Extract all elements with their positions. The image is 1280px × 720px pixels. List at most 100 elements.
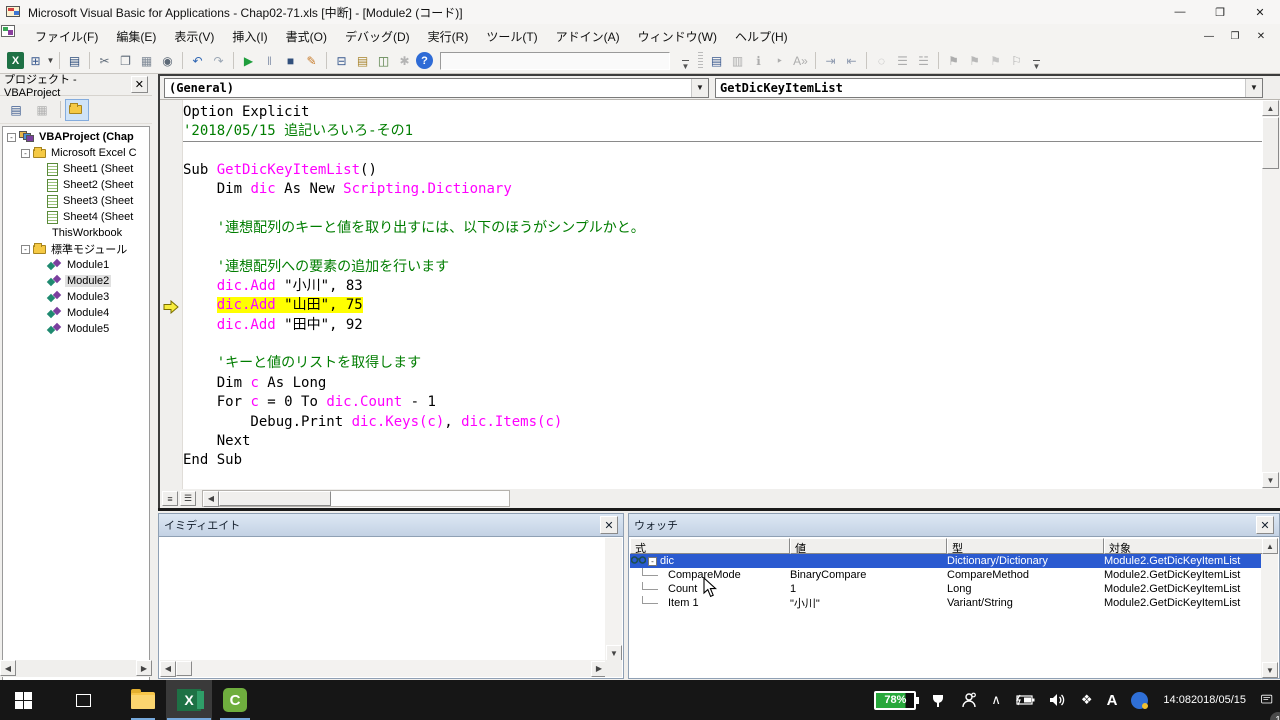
start-button[interactable]: [0, 680, 46, 720]
redo-icon[interactable]: ↷: [209, 51, 228, 70]
close-icon[interactable]: ✕: [1240, 0, 1280, 24]
procedure-combo-dropdown-icon[interactable]: ▼: [1245, 79, 1262, 97]
code-line[interactable]: Debug.Print dic.Keys(c), dic.Items(c): [183, 413, 1262, 432]
tree-item-module4[interactable]: Module4: [3, 305, 149, 321]
code-editor[interactable]: Option Explicit'2018/05/15 追記いろいろ-その1Sub…: [160, 100, 1262, 489]
action-center-button[interactable]: 1: [1254, 680, 1280, 720]
cut-icon[interactable]: ✂: [95, 51, 114, 70]
expand-collapse-icon[interactable]: -: [648, 557, 657, 566]
people-icon[interactable]: [953, 680, 984, 720]
code-line[interactable]: [183, 200, 1262, 219]
watch-row[interactable]: Item 1"小川"Variant/StringModule2.GetDicKe…: [630, 596, 1263, 610]
clear-bookmarks-icon[interactable]: ⚐: [1007, 51, 1026, 70]
code-line[interactable]: Next: [183, 432, 1262, 451]
insert-userform-icon[interactable]: ⊞: [26, 51, 45, 70]
code-horizontal-scrollbar[interactable]: ◀: [202, 490, 510, 507]
menu-item[interactable]: 書式(O): [277, 25, 336, 48]
toolbar-overflow-icon[interactable]: ▼: [679, 51, 692, 71]
watch-column-header[interactable]: 値: [790, 538, 947, 554]
battery-indicator[interactable]: 78%: [867, 680, 923, 720]
tree-item-sheet1-sheet[interactable]: Sheet1 (Sheet: [3, 161, 149, 177]
tree-item-sheet2-sheet[interactable]: Sheet2 (Sheet: [3, 177, 149, 193]
object-browser-icon[interactable]: ◫: [374, 51, 393, 70]
edit-toolbar-grip[interactable]: [698, 52, 703, 70]
insert-dropdown-caret-icon[interactable]: ▼: [46, 56, 55, 65]
immediate-vertical-scrollbar[interactable]: ▼: [605, 538, 622, 661]
reset-icon[interactable]: ■: [281, 51, 300, 70]
menu-item[interactable]: ファイル(F): [26, 25, 107, 48]
tree-item-module3[interactable]: Module3: [3, 289, 149, 305]
code-line[interactable]: Dim dic As New Scripting.Dictionary: [183, 180, 1262, 199]
full-module-view-icon[interactable]: ☰: [180, 491, 196, 506]
child-restore-icon[interactable]: ❐: [1222, 27, 1248, 45]
expand-collapse-icon[interactable]: -: [7, 133, 16, 142]
undo-icon[interactable]: ↶: [188, 51, 207, 70]
code-line[interactable]: [183, 238, 1262, 257]
paste-icon[interactable]: ▦: [137, 51, 156, 70]
procedure-combo[interactable]: GetDicKeyItemList ▼: [715, 78, 1263, 98]
scroll-up-icon[interactable]: ▲: [1262, 100, 1279, 116]
outdent-icon[interactable]: ⇤: [842, 51, 861, 70]
object-combo-dropdown-icon[interactable]: ▼: [691, 79, 708, 97]
expand-collapse-icon[interactable]: -: [21, 149, 30, 158]
project-explorer-close-icon[interactable]: ✕: [131, 76, 148, 93]
file-explorer-button[interactable]: [120, 680, 166, 720]
properties-window-icon[interactable]: ▤: [353, 51, 372, 70]
ime-mode-indicator[interactable]: A: [1100, 680, 1125, 720]
clock[interactable]: 14:08 2018/05/15: [1155, 680, 1254, 720]
view-object-icon[interactable]: ▦: [30, 99, 54, 121]
tree-item-sheet4-sheet[interactable]: Sheet4 (Sheet: [3, 209, 149, 225]
app-globe-icon[interactable]: [1124, 680, 1155, 720]
menu-item[interactable]: ツール(T): [477, 25, 546, 48]
child-close-icon[interactable]: ✕: [1248, 27, 1274, 45]
watch-vertical-scrollbar[interactable]: ▲ ▼: [1261, 554, 1278, 678]
watch-row[interactable]: -dicDictionary/DictionaryModule2.GetDicK…: [630, 554, 1263, 568]
restore-icon[interactable]: ❐: [1200, 0, 1240, 24]
copy-icon[interactable]: ❐: [116, 51, 135, 70]
complete-word-icon[interactable]: A»: [791, 51, 810, 70]
find-icon[interactable]: ◉: [158, 51, 177, 70]
menu-item[interactable]: ヘルプ(H): [726, 25, 797, 48]
watch-close-icon[interactable]: ✕: [1256, 516, 1274, 534]
tree-item-microsoft-excel-c[interactable]: -Microsoft Excel C: [3, 145, 149, 161]
immediate-content[interactable]: ▼ ◀ ▶: [158, 537, 624, 679]
scroll-left-icon[interactable]: ◀: [160, 661, 176, 677]
view-code-icon[interactable]: ▤: [4, 99, 28, 121]
watch-column-header[interactable]: 型: [947, 538, 1104, 554]
watch-column-header[interactable]: 式: [630, 538, 790, 554]
quick-info-icon[interactable]: ℹ: [749, 51, 768, 70]
code-line[interactable]: 'キーと値のリストを取得します: [183, 354, 1262, 373]
menu-item[interactable]: 実行(R): [419, 25, 478, 48]
code-line[interactable]: [183, 335, 1262, 354]
camtasia-taskbar-button[interactable]: C: [212, 680, 258, 720]
view-excel-icon[interactable]: X: [7, 52, 24, 69]
menu-item[interactable]: ウィンドウ(W): [629, 25, 726, 48]
task-view-button[interactable]: [60, 680, 106, 720]
comment-block-icon[interactable]: ☰: [893, 51, 912, 70]
code-line[interactable]: dic.Add "小川", 83: [183, 277, 1262, 296]
parameter-info-icon[interactable]: ‣: [770, 51, 789, 70]
code-line[interactable]: dic.Add "田中", 92: [183, 316, 1262, 335]
battery-status-icon[interactable]: [1008, 680, 1042, 720]
indent-icon[interactable]: ⇥: [821, 51, 840, 70]
toolbox-icon[interactable]: ✱: [395, 51, 414, 70]
code-line[interactable]: End Sub: [183, 451, 1262, 470]
volume-icon[interactable]: [1042, 680, 1074, 720]
menu-item[interactable]: 編集(E): [107, 25, 165, 48]
menu-item[interactable]: 表示(V): [165, 25, 223, 48]
tree-item-sheet3-sheet[interactable]: Sheet3 (Sheet: [3, 193, 149, 209]
run-icon[interactable]: ▶: [239, 51, 258, 70]
scroll-down-icon[interactable]: ▼: [606, 645, 622, 661]
tray-expand-chevron-icon[interactable]: ∧: [984, 680, 1008, 720]
tree-item-module1[interactable]: Module1: [3, 257, 149, 273]
menu-item[interactable]: デバッグ(D): [336, 25, 419, 48]
code-vertical-scrollbar[interactable]: ▲ ▼: [1262, 100, 1280, 489]
code-line[interactable]: '連想配列への要素の追加を行います: [183, 258, 1262, 277]
tree-item-module5[interactable]: Module5: [3, 321, 149, 337]
tree-item--[interactable]: -標準モジュール: [3, 241, 149, 257]
immediate-hscroll-thumb[interactable]: [176, 661, 192, 676]
expand-collapse-icon[interactable]: -: [21, 245, 30, 254]
break-icon[interactable]: ‖: [260, 51, 279, 70]
edit-toolbar-overflow-icon[interactable]: ▼: [1030, 51, 1043, 71]
code-line[interactable]: Dim c As Long: [183, 374, 1262, 393]
